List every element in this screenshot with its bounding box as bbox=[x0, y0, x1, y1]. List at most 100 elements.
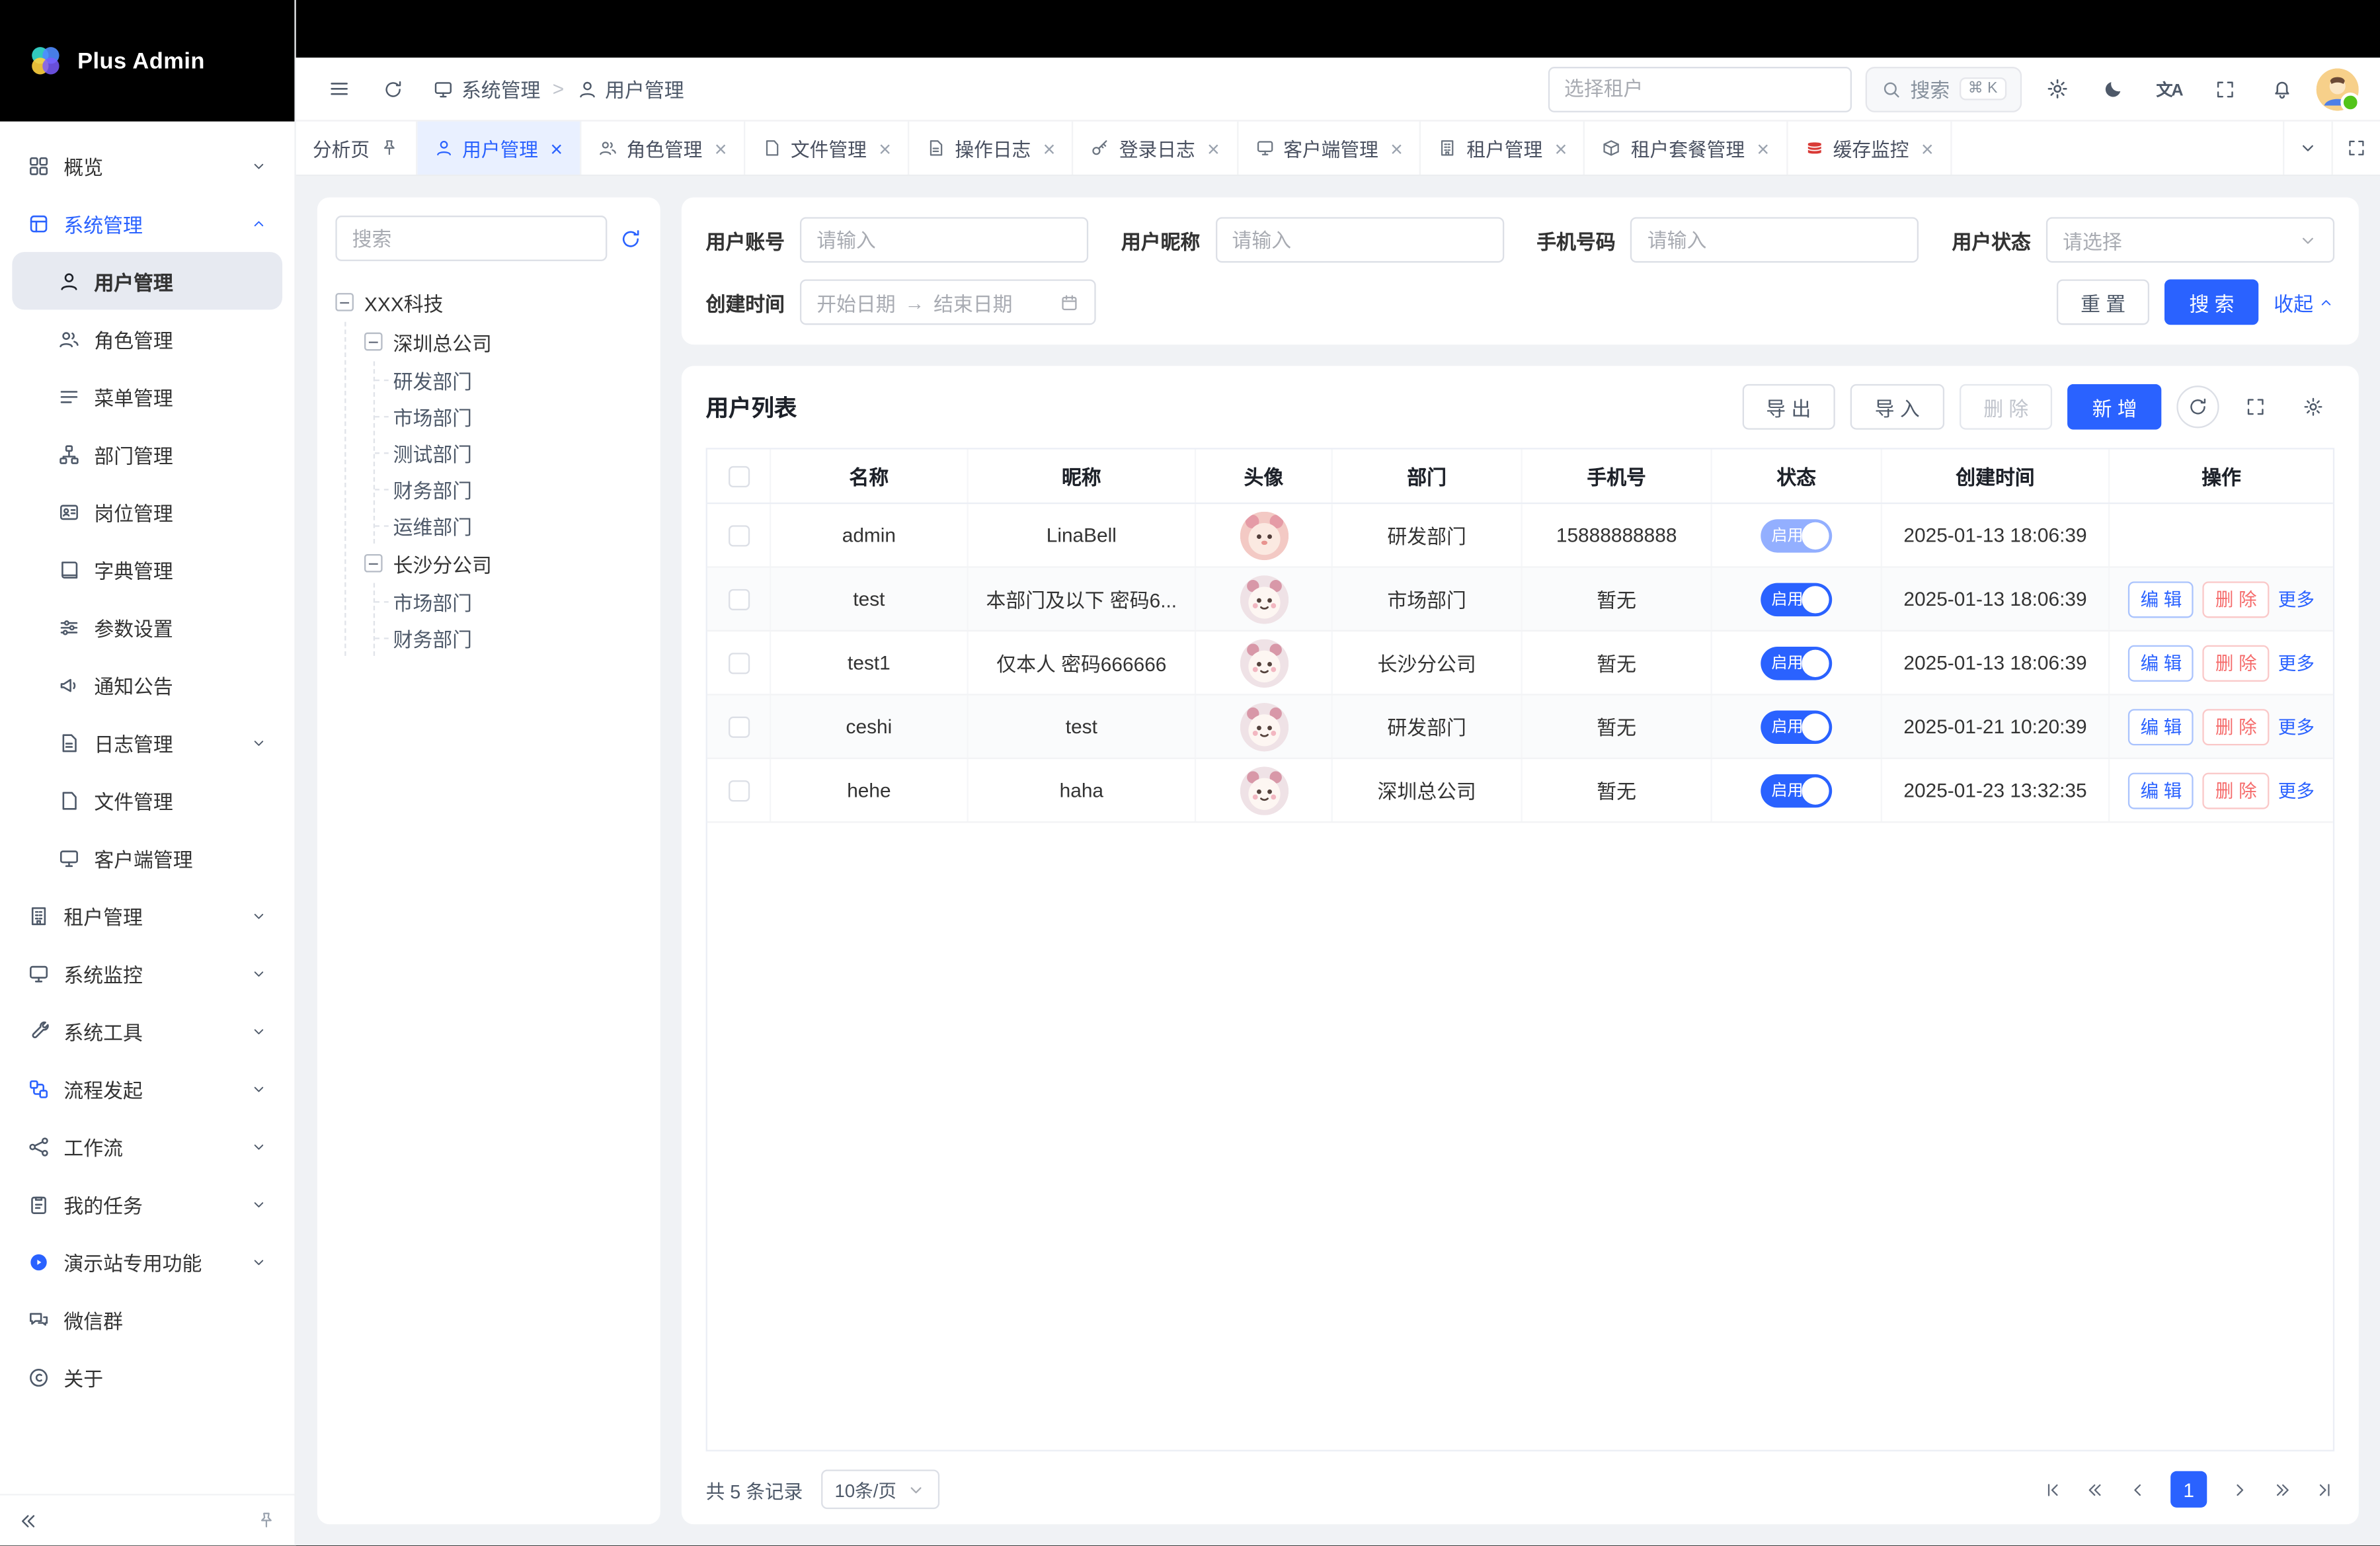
tree-collapse-icon[interactable] bbox=[364, 333, 383, 351]
status-select[interactable]: 请选择 bbox=[2046, 217, 2334, 263]
import-button[interactable]: 导 入 bbox=[1850, 384, 1944, 430]
status-toggle[interactable]: 启用 bbox=[1761, 582, 1832, 616]
tab-cache-monitor[interactable]: 缓存监控 × bbox=[1788, 122, 1952, 175]
sidebar-item-post-management[interactable]: 岗位管理 bbox=[12, 483, 282, 540]
sidebar-pin-button[interactable] bbox=[257, 1510, 276, 1530]
breadcrumb-item-user[interactable]: 用户管理 bbox=[576, 75, 684, 104]
select-all-checkbox[interactable] bbox=[728, 466, 749, 487]
sidebar-item-demo-features[interactable]: 演示站专用功能 bbox=[12, 1233, 282, 1290]
status-toggle[interactable]: 启用 bbox=[1761, 774, 1832, 807]
user-avatar[interactable] bbox=[2317, 67, 2359, 110]
close-icon[interactable]: × bbox=[1043, 138, 1056, 159]
sidebar-item-dept-management[interactable]: 部门管理 bbox=[12, 425, 282, 483]
close-icon[interactable]: × bbox=[1555, 138, 1567, 159]
phone-input[interactable] bbox=[1647, 229, 1903, 251]
more-button[interactable]: 更多 bbox=[2278, 650, 2315, 676]
tree-node-dept[interactable]: 财务部门 bbox=[393, 620, 643, 656]
column-settings-button[interactable] bbox=[2292, 386, 2334, 428]
tab-tenant-package-management[interactable]: 租户套餐管理 × bbox=[1585, 122, 1788, 175]
tree-node-dept[interactable]: 运维部门 bbox=[393, 507, 643, 544]
status-toggle[interactable]: 启用 bbox=[1761, 518, 1832, 552]
tree-collapse-icon[interactable] bbox=[335, 293, 354, 311]
close-icon[interactable]: × bbox=[715, 138, 727, 159]
delete-row-button[interactable]: 删 除 bbox=[2203, 708, 2269, 745]
status-toggle[interactable]: 启用 bbox=[1761, 646, 1832, 680]
page-size-select[interactable]: 10条/页 bbox=[821, 1469, 939, 1509]
tree-node-dept[interactable]: 市场部门 bbox=[393, 398, 643, 434]
status-toggle[interactable]: 启用 bbox=[1761, 710, 1832, 743]
tenant-select[interactable] bbox=[1548, 66, 1851, 112]
add-button[interactable]: 新 增 bbox=[2068, 384, 2161, 430]
close-icon[interactable]: × bbox=[1390, 138, 1403, 159]
fullscreen-button[interactable] bbox=[2204, 67, 2246, 110]
sidebar-item-workflow[interactable]: 工作流 bbox=[12, 1118, 282, 1175]
date-range-picker[interactable]: 开始日期 → 结束日期 bbox=[800, 279, 1096, 325]
tab-login-log[interactable]: 登录日志 × bbox=[1074, 122, 1238, 175]
tree-node-company[interactable]: 长沙分公司 bbox=[364, 544, 642, 583]
account-input[interactable] bbox=[816, 229, 1072, 251]
edit-button[interactable]: 编 辑 bbox=[2128, 708, 2194, 745]
content-fullscreen-button[interactable] bbox=[2332, 122, 2380, 175]
sidebar-item-system-tools[interactable]: 系统工具 bbox=[12, 1002, 282, 1059]
notifications-button[interactable] bbox=[2260, 67, 2303, 110]
breadcrumb-item-system[interactable]: 系统管理 bbox=[432, 75, 540, 104]
prev-5-pages-button[interactable] bbox=[2086, 1479, 2106, 1499]
sidebar-item-system-monitor[interactable]: 系统监控 bbox=[12, 944, 282, 1002]
close-icon[interactable]: × bbox=[1757, 138, 1769, 159]
reset-button[interactable]: 重 置 bbox=[2056, 279, 2149, 325]
tab-file-management[interactable]: 文件管理 × bbox=[745, 122, 909, 175]
current-page[interactable]: 1 bbox=[2170, 1471, 2207, 1508]
more-button[interactable]: 更多 bbox=[2278, 713, 2315, 739]
export-button[interactable]: 导 出 bbox=[1742, 384, 1835, 430]
sidebar-item-dict-management[interactable]: 字典管理 bbox=[12, 540, 282, 598]
more-button[interactable]: 更多 bbox=[2278, 586, 2315, 612]
row-checkbox[interactable] bbox=[728, 589, 749, 610]
close-icon[interactable]: × bbox=[1921, 138, 1934, 159]
more-button[interactable]: 更多 bbox=[2278, 778, 2315, 803]
sidebar-item-user-management[interactable]: 用户管理 bbox=[12, 252, 282, 309]
next-page-button[interactable] bbox=[2230, 1479, 2250, 1499]
sidebar-item-log-management[interactable]: 日志管理 bbox=[12, 713, 282, 771]
edit-button[interactable]: 编 辑 bbox=[2128, 581, 2194, 617]
theme-toggle-button[interactable] bbox=[2092, 67, 2134, 110]
settings-button[interactable] bbox=[2036, 67, 2078, 110]
nickname-input[interactable] bbox=[1232, 229, 1488, 251]
table-fullscreen-button[interactable] bbox=[2235, 386, 2277, 428]
sidebar-item-process-initiation[interactable]: 流程发起 bbox=[12, 1060, 282, 1118]
sidebar-item-menu-management[interactable]: 菜单管理 bbox=[12, 368, 282, 425]
tree-node-dept[interactable]: 研发部门 bbox=[393, 361, 643, 397]
locale-button[interactable]: 文A bbox=[2148, 67, 2190, 110]
prev-page-button[interactable] bbox=[2128, 1479, 2148, 1499]
close-icon[interactable]: × bbox=[879, 138, 891, 159]
sidebar-item-param-settings[interactable]: 参数设置 bbox=[12, 598, 282, 656]
tree-refresh-button[interactable] bbox=[619, 227, 642, 249]
page-refresh-button[interactable] bbox=[372, 67, 415, 110]
tab-operation-log[interactable]: 操作日志 × bbox=[910, 122, 1074, 175]
tab-tenant-management[interactable]: 租户管理 × bbox=[1421, 122, 1585, 175]
delete-button[interactable]: 删 除 bbox=[1959, 384, 2052, 430]
tab-list-dropdown-button[interactable] bbox=[2283, 122, 2331, 175]
global-search-button[interactable]: 搜索 ⌘ K bbox=[1865, 66, 2022, 112]
first-page-button[interactable] bbox=[2043, 1479, 2063, 1499]
sidebar-item-about[interactable]: 关于 bbox=[12, 1348, 282, 1406]
edit-button[interactable]: 编 辑 bbox=[2128, 772, 2194, 808]
row-checkbox[interactable] bbox=[728, 780, 749, 801]
tree-node-root[interactable]: XXX科技 bbox=[335, 282, 642, 322]
dept-search-input[interactable] bbox=[335, 216, 607, 261]
delete-row-button[interactable]: 删 除 bbox=[2203, 772, 2269, 808]
delete-row-button[interactable]: 删 除 bbox=[2203, 645, 2269, 681]
tree-collapse-icon[interactable] bbox=[364, 554, 383, 573]
row-checkbox[interactable] bbox=[728, 652, 749, 673]
row-checkbox[interactable] bbox=[728, 716, 749, 737]
tab-user-management[interactable]: 用户管理 × bbox=[416, 122, 580, 175]
tree-node-dept[interactable]: 财务部门 bbox=[393, 471, 643, 507]
edit-button[interactable]: 编 辑 bbox=[2128, 645, 2194, 681]
tree-node-dept[interactable]: 测试部门 bbox=[393, 434, 643, 471]
delete-row-button[interactable]: 删 除 bbox=[2203, 581, 2269, 617]
sidebar-item-system-management[interactable]: 系统管理 bbox=[12, 194, 282, 252]
search-button[interactable]: 搜 索 bbox=[2165, 279, 2258, 325]
sidebar-item-wechat-group[interactable]: 微信群 bbox=[12, 1291, 282, 1348]
sidebar-item-role-management[interactable]: 角色管理 bbox=[12, 309, 282, 367]
next-5-pages-button[interactable] bbox=[2272, 1479, 2292, 1499]
sidebar-item-client-management[interactable]: 客户端管理 bbox=[12, 829, 282, 887]
